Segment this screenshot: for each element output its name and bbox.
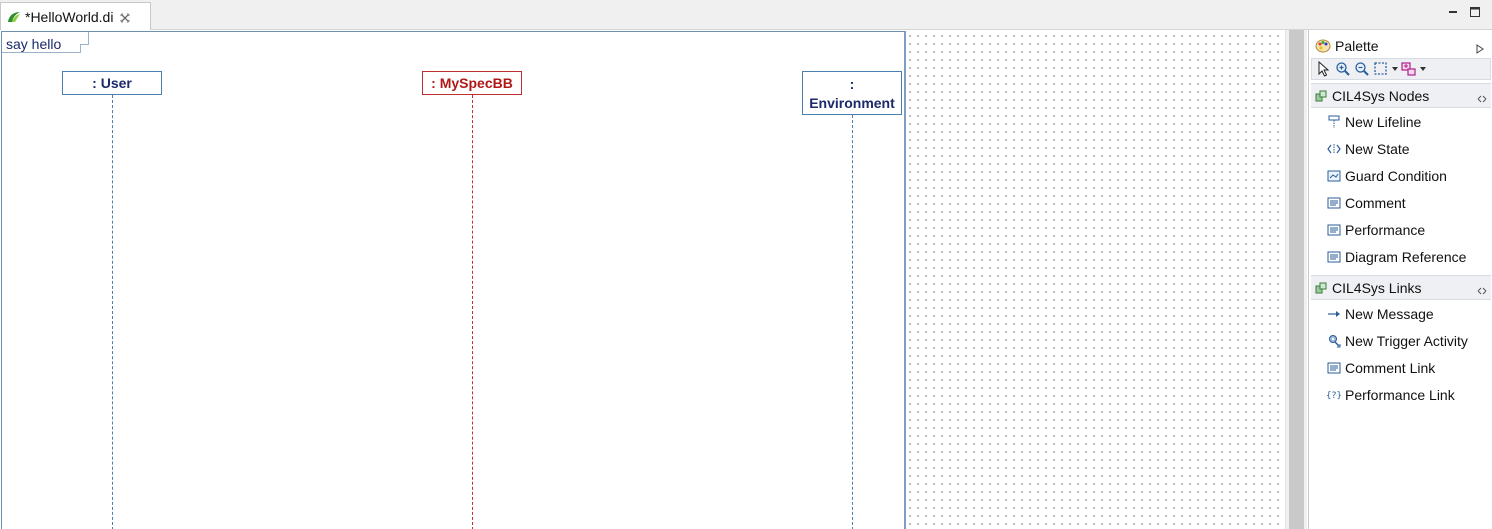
palette-entry-guard-condition[interactable]: Guard Condition bbox=[1327, 165, 1447, 187]
close-icon[interactable] bbox=[119, 11, 131, 23]
canvas-vertical-scrollbar[interactable] bbox=[1285, 30, 1307, 529]
frame-label: say hello bbox=[6, 36, 62, 52]
braces-question-icon: {?} bbox=[1327, 388, 1341, 402]
comment-icon bbox=[1327, 250, 1341, 264]
editor-tab-title: *HelloWorld.di bbox=[25, 8, 114, 25]
state-icon bbox=[1327, 142, 1341, 156]
arrow-right-icon bbox=[1327, 307, 1341, 321]
lifeline-myspecbb-name: : MySpecBB bbox=[431, 75, 513, 91]
lifeline-environment-name-line1: : bbox=[849, 76, 855, 92]
drawer-cil4sys-links[interactable]: CIL4Sys Links bbox=[1311, 275, 1491, 300]
marquee-dropdown-icon[interactable] bbox=[1392, 61, 1398, 77]
maximize-icon[interactable] bbox=[1468, 5, 1482, 19]
palette-panel: Palette CIL4Sys Nodes New Lifeline New S… bbox=[1308, 30, 1492, 529]
palette-entry-new-state[interactable]: New State bbox=[1327, 138, 1410, 160]
palette-entry-comment[interactable]: Comment bbox=[1327, 192, 1406, 214]
collapse-arrow-icon[interactable] bbox=[1476, 41, 1484, 54]
marquee-select-icon[interactable] bbox=[1373, 61, 1389, 77]
lifeline-myspecbb-line[interactable] bbox=[472, 95, 473, 529]
palette-title: Palette bbox=[1335, 37, 1379, 54]
palette-toolbar bbox=[1311, 58, 1491, 80]
comment-icon bbox=[1327, 196, 1341, 210]
interaction-frame[interactable]: say hello : User : MySpecBB : Environmen… bbox=[1, 31, 906, 529]
palette-entry-new-lifeline[interactable]: New Lifeline bbox=[1327, 111, 1421, 133]
zoom-out-icon[interactable] bbox=[1354, 61, 1370, 77]
palette-entry-comment-link[interactable]: Comment Link bbox=[1327, 357, 1435, 379]
palette-entry-diagram-reference[interactable]: Diagram Reference bbox=[1327, 246, 1466, 268]
drawer-folder-icon bbox=[1315, 282, 1327, 294]
palette-entry-new-message[interactable]: New Message bbox=[1327, 303, 1434, 325]
lifeline-environment-name-line2: Environment bbox=[809, 95, 895, 111]
lifeline-user-head[interactable]: : User bbox=[62, 71, 162, 95]
palette-entry-new-trigger-activity[interactable]: New Trigger Activity bbox=[1327, 330, 1468, 352]
connection-dropdown-icon[interactable] bbox=[1420, 61, 1426, 77]
pin-icon[interactable] bbox=[1477, 283, 1487, 295]
drawer-cil4sys-nodes[interactable]: CIL4Sys Nodes bbox=[1311, 83, 1491, 108]
palette-entry-performance-link[interactable]: {?} Performance Link bbox=[1327, 384, 1455, 406]
comment-icon bbox=[1327, 361, 1341, 375]
comment-icon bbox=[1327, 223, 1341, 237]
palette-icon bbox=[1315, 38, 1331, 54]
palette-header[interactable]: Palette bbox=[1309, 33, 1492, 58]
lifeline-myspecbb-head[interactable]: : MySpecBB bbox=[422, 71, 522, 95]
svg-text:{?}: {?} bbox=[1327, 391, 1341, 401]
select-tool-icon[interactable] bbox=[1316, 61, 1332, 77]
lifeline-user-name: : User bbox=[92, 75, 132, 91]
guard-icon bbox=[1327, 169, 1341, 183]
frame-label-box: say hello bbox=[2, 32, 89, 53]
editor-tab-helloworld[interactable]: *HelloWorld.di bbox=[0, 2, 151, 30]
pin-icon[interactable] bbox=[1477, 91, 1487, 103]
connection-tool-icon[interactable] bbox=[1401, 61, 1417, 77]
scrollbar-thumb[interactable] bbox=[1289, 30, 1304, 529]
diagram-file-icon bbox=[6, 9, 22, 25]
drawer-title: CIL4Sys Links bbox=[1332, 279, 1422, 296]
diagram-canvas[interactable]: say hello : User : MySpecBB : Environmen… bbox=[0, 30, 1285, 529]
drawer-title: CIL4Sys Nodes bbox=[1332, 87, 1430, 104]
lifeline-user-line[interactable] bbox=[112, 95, 113, 529]
drawer-folder-icon bbox=[1315, 90, 1327, 102]
palette-entry-performance[interactable]: Performance bbox=[1327, 219, 1425, 241]
gear-icon bbox=[1327, 334, 1341, 348]
lifeline-icon bbox=[1327, 115, 1341, 129]
lifeline-environment-line[interactable] bbox=[852, 115, 853, 529]
lifeline-environment-head[interactable]: : Environment bbox=[802, 71, 902, 115]
zoom-in-icon[interactable] bbox=[1335, 61, 1351, 77]
editor-tab-bar: *HelloWorld.di bbox=[0, 0, 1492, 30]
minimize-icon[interactable] bbox=[1446, 5, 1460, 19]
